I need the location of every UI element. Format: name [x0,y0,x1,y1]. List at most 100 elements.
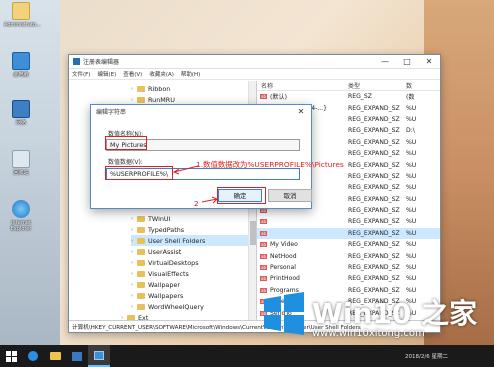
tree-item[interactable]: › Wallpaper [131,279,249,290]
value-name-cell: ab [257,230,348,236]
value-data-cell: %U [406,252,417,260]
regedit-titlebar[interactable]: 注册表编辑器 — □ ✕ [69,55,440,69]
value-name: NetHood [270,252,297,260]
menu-help[interactable]: 帮助(H) [181,70,200,78]
tree-item-label: Wallpapers [148,291,184,300]
desktop-icon-recycle-bin[interactable]: 回收站 [4,150,38,176]
value-data-cell: %U [406,150,417,158]
taskbar-edge[interactable] [22,345,44,367]
value-name-cell: ab My Video [257,241,348,248]
desktop-icon-ie[interactable]: Internet Explorer [4,200,38,232]
value-name-cell: ab (默认) [257,92,348,101]
folder-icon [137,303,145,310]
value-type-cell: REG_EXPAND_SZ [348,275,400,283]
value-row[interactable]: ab NetHood REG_EXPAND_SZ %U [257,250,440,261]
folder-icon [137,281,145,288]
windows-logo-icon [5,350,17,362]
desktop-icon-this-pc[interactable]: 此电脑 [4,52,38,78]
menu-edit[interactable]: 编辑(E) [97,70,116,78]
taskbar-store[interactable] [66,345,88,367]
tree-item-label: Ribbon [148,84,171,93]
menu-bar: 文件(F) 编辑(E) 查看(V) 收藏夹(A) 帮助(H) [69,69,440,80]
value-type-cell: REG_EXPAND_SZ [348,218,400,226]
close-button[interactable]: ✕ [418,57,440,66]
tree-item[interactable]: › WordWheelQuery [131,301,249,312]
desktop-icon-user[interactable]: Administrato... [4,2,41,28]
tree-item-label: UserAssist [148,247,182,256]
value-type-cell: REG_EXPAND_SZ [348,195,400,203]
value-name: My Video [270,241,298,249]
folder-icon [137,248,145,255]
string-value-icon: ab [260,276,267,282]
value-data-cell: D:\ [406,127,415,135]
start-button[interactable] [0,345,22,367]
tree-item[interactable]: › VisualEffects [131,268,249,279]
taskbar-clock[interactable]: 2018/2/6 星期二 [405,352,494,360]
taskbar-regedit[interactable] [88,345,110,367]
column-data[interactable]: 数 [406,81,426,90]
string-value-icon: ab [260,230,267,236]
column-name[interactable]: 名称 [257,81,348,90]
highlight-value-data [105,166,173,180]
value-row[interactable]: ab REG_EXPAND_SZ %U [257,216,440,227]
string-value-icon: ab [260,94,267,100]
column-type[interactable]: 类型 [348,81,406,90]
tree-item[interactable]: › TWinUI [131,213,249,224]
cancel-button[interactable]: 取消 [268,189,312,202]
tree-item-label: User Shell Folders [148,236,206,245]
dialog-titlebar[interactable]: 编辑字符串 ✕ [91,105,311,118]
tree-item[interactable]: › User Shell Folders [131,235,249,246]
menu-file[interactable]: 文件(F) [72,70,90,78]
desktop-icon-label: 网络 [15,120,26,126]
value-row[interactable]: ab REG_EXPAND_SZ %U [257,227,440,240]
tree-item[interactable]: › TypedPaths [131,224,249,235]
annotation-step1: 1.数值数据改为%USERPROFILE%\Pictures [196,160,344,169]
folder-icon [49,352,61,360]
value-type-cell: REG_EXPAND_SZ [348,104,400,112]
tree-item[interactable]: › VirtualDesktops [131,257,249,268]
tree-item-label: RunMRU [148,95,175,104]
value-row[interactable]: ab Personal REG_EXPAND_SZ %U [257,262,440,273]
string-value-icon: ab [260,219,267,225]
tree-scrollbar-thumb[interactable] [250,221,256,245]
highlight-value-name [105,136,147,150]
value-data-cell: %U [406,104,417,112]
folder-icon [137,215,145,222]
tree-item[interactable]: › Ext [121,312,249,320]
minimize-button[interactable]: — [374,57,396,66]
dialog-close-icon[interactable]: ✕ [291,107,311,116]
network-icon [12,100,30,118]
value-data-cell: %U [406,264,417,272]
value-data-cell: %U [406,172,417,180]
value-data-cell: %U [406,184,417,192]
tree-item[interactable]: › Ribbon [131,83,249,94]
tree-item[interactable]: › Wallpapers [131,290,249,301]
maximize-button[interactable]: □ [396,57,418,66]
folder-icon [137,292,145,299]
value-name-cell: ab PrintHood [257,275,348,282]
value-type-cell: REG_EXPAND_SZ [348,207,400,215]
window-title: 注册表编辑器 [83,59,120,66]
value-type-cell: REG_EXPAND_SZ [348,252,400,260]
tree-item[interactable]: › UserAssist [131,246,249,257]
value-type-cell: REG_EXPAND_SZ [348,184,400,192]
value-row[interactable]: ab (默认) REG_SZ (数 [257,91,440,102]
desktop-icon-label: 此电脑 [13,72,29,78]
tree-item-label: TypedPaths [148,225,185,234]
value-row[interactable]: ab PrintHood REG_EXPAND_SZ %U [257,273,440,284]
value-data-cell: %U [406,207,417,215]
desktop-icon-network[interactable]: 网络 [4,100,38,126]
value-row[interactable]: ab My Video REG_EXPAND_SZ %U [257,239,440,250]
value-data-cell: %U [406,161,417,169]
taskbar-explorer[interactable] [44,345,66,367]
value-data-cell: (数 [406,94,415,102]
value-type-cell: REG_SZ [348,93,372,101]
value-type-cell: REG_EXPAND_SZ [348,161,400,169]
tree-item-label: VirtualDesktops [148,258,199,267]
tree-item-label: TWinUI [148,214,171,223]
folder-icon [137,96,145,103]
menu-view[interactable]: 查看(V) [123,70,142,78]
value-data-cell: %U [406,241,417,249]
regedit-icon [94,350,104,360]
menu-favorites[interactable]: 收藏夹(A) [149,70,174,78]
